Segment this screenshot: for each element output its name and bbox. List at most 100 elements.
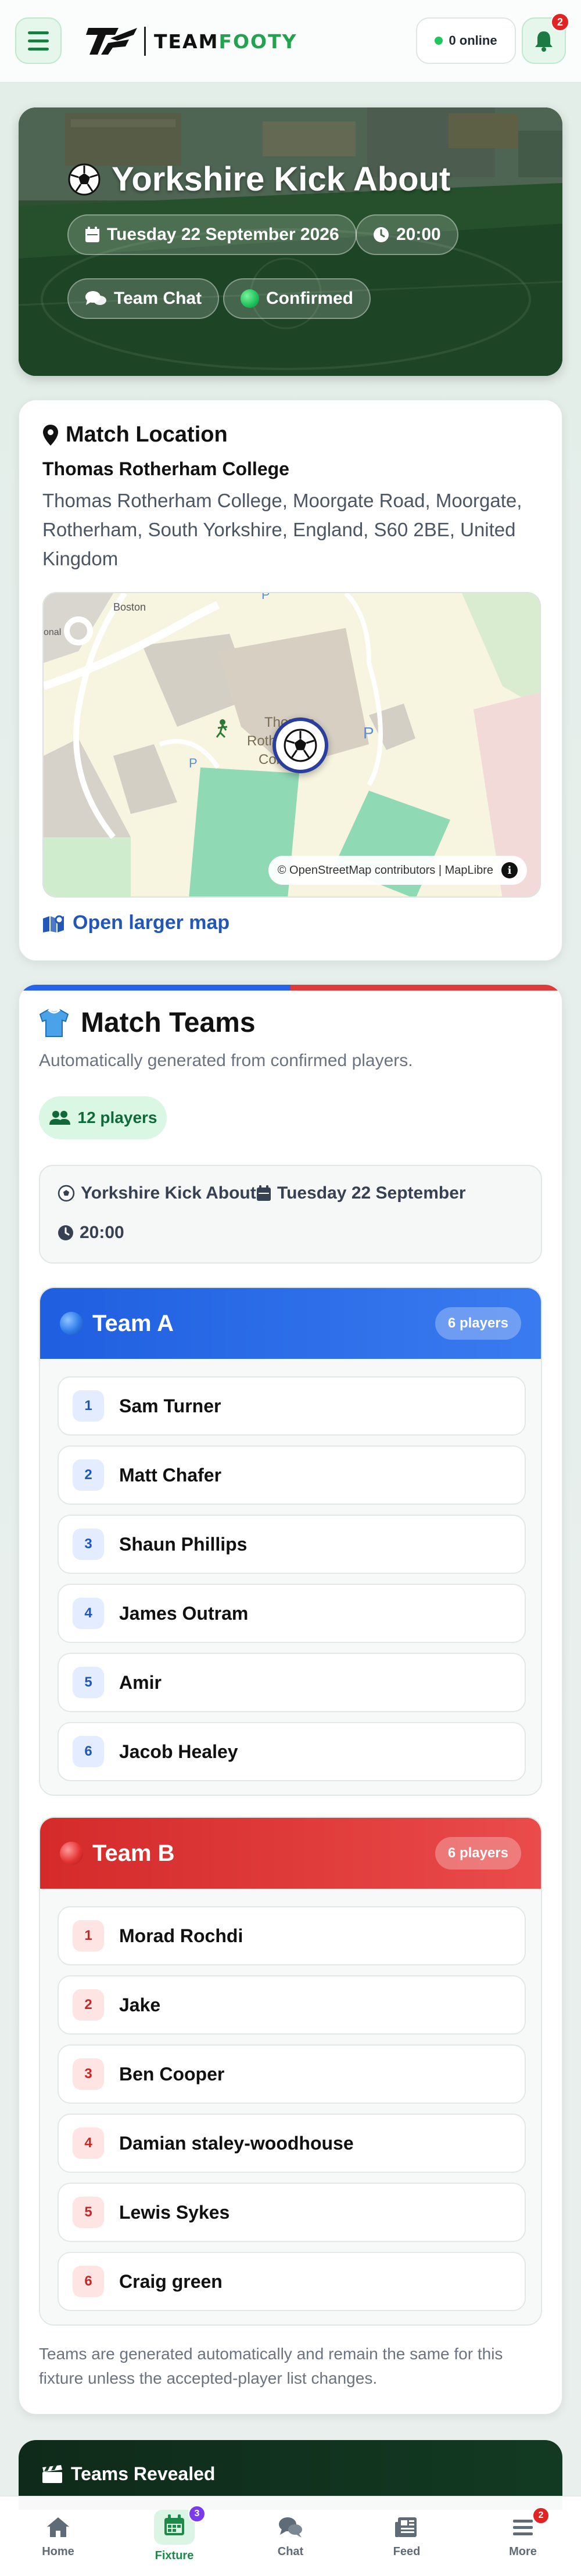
bell-icon xyxy=(535,31,553,52)
nav-more[interactable]: More 2 xyxy=(476,2507,569,2559)
player-name: Shaun Phillips xyxy=(119,1533,248,1555)
home-icon xyxy=(47,2517,69,2537)
player-row: 2 Matt Chafer xyxy=(58,1445,526,1505)
player-name: Matt Chafer xyxy=(119,1464,222,1486)
open-larger-map-link[interactable]: Open larger map xyxy=(42,912,229,934)
fixture-summary: Yorkshire Kick About Tuesday 22 Septembe… xyxy=(39,1165,542,1264)
shirt-icon xyxy=(39,1009,69,1037)
online-count: 0 online xyxy=(449,33,497,48)
clock-icon xyxy=(58,1225,73,1240)
team-a-name: Team A xyxy=(92,1310,174,1336)
player-row: 1 Sam Turner xyxy=(58,1376,526,1436)
team-a-header: Team A 6 players xyxy=(40,1288,541,1359)
more-badge: 2 xyxy=(532,2507,550,2524)
notifications-badge: 2 xyxy=(551,13,569,31)
player-row: 5 Amir xyxy=(58,1653,526,1712)
football-icon xyxy=(68,163,101,195)
info-icon[interactable]: i xyxy=(501,862,518,878)
map-parking-icon-3: P xyxy=(261,593,270,602)
fixture-time-chip: 20:00 xyxy=(356,214,458,255)
team-chat-button[interactable]: Team Chat xyxy=(67,278,220,319)
red-circle-icon xyxy=(60,1842,83,1865)
player-name: Lewis Sykes xyxy=(119,2201,230,2223)
map-attribution[interactable]: © OpenStreetMap contributors | MapLibre … xyxy=(268,856,527,885)
team-b-count: 6 players xyxy=(435,1837,521,1870)
chat-bubbles-icon xyxy=(85,291,106,305)
status-badge: Confirmed xyxy=(223,278,371,319)
team-a-count: 6 players xyxy=(435,1307,521,1340)
player-name: Amir xyxy=(119,1671,162,1693)
calendar-icon xyxy=(164,2514,184,2535)
brand-logo[interactable]: TEAMFOOTY xyxy=(85,26,297,57)
map-parking-icon-2: P xyxy=(189,756,198,770)
confirmed-dot-icon xyxy=(241,289,259,308)
venue-name: Thomas Rotherham College xyxy=(42,458,289,479)
venue-address: Thomas Rotherham College, Moorgate Road,… xyxy=(42,490,522,569)
location-map[interactable]: Boston onal Thomas Rotherham College P P… xyxy=(42,592,541,898)
calendar-icon xyxy=(257,1185,271,1201)
teams-color-bar xyxy=(19,985,562,991)
nav-fixture[interactable]: Fixture 3 xyxy=(128,2505,221,2563)
player-name: Jake xyxy=(119,1994,161,2015)
match-teams-card: Match Teams Automatically generated from… xyxy=(19,984,562,2414)
teams-footnote: Teams are generated automatically and re… xyxy=(39,2345,503,2387)
team-b-header: Team B 6 players xyxy=(40,1818,541,1889)
team-b-player-list: 1 Morad Rochdi 2 Jake 3 Ben Cooper 4 Damian … xyxy=(58,1906,526,2321)
team-a-player-list: 1 Sam Turner 2 Matt Chafer 3 Shaun Phillips… xyxy=(58,1376,526,1791)
player-row: 2 Jake xyxy=(58,1975,526,2035)
player-name: Sam Turner xyxy=(119,1395,221,1416)
fixture-summary-date: Tuesday 22 September xyxy=(256,1183,466,1203)
player-row: 6 Jacob Healey xyxy=(58,1722,526,1781)
player-name: Ben Cooper xyxy=(119,2063,225,2085)
online-dot-icon xyxy=(435,37,443,45)
map-parking-icon: P xyxy=(363,724,374,742)
player-name: Jacob Healey xyxy=(119,1741,238,1762)
teams-subtitle: Automatically generated from confirmed p… xyxy=(39,1051,413,1070)
player-name: Morad Rochdi xyxy=(119,1925,243,1946)
player-row: 6 Craig green xyxy=(58,2252,526,2311)
players-count-badge: 12 players xyxy=(39,1096,167,1139)
map-pin-icon xyxy=(43,424,58,446)
notifications-button[interactable]: 2 xyxy=(522,13,569,64)
teams-heading: Match Teams xyxy=(38,1007,256,1039)
player-name: Damian staley-woodhouse xyxy=(119,2132,354,2154)
match-location-card: Match Location Thomas Rotherham College … xyxy=(19,400,562,961)
clock-icon xyxy=(374,227,389,242)
map-marker[interactable] xyxy=(272,717,328,773)
menu-icon xyxy=(28,31,49,34)
player-name: Craig green xyxy=(119,2270,223,2292)
logo-divider xyxy=(144,27,146,56)
player-row: 4 Damian staley-woodhouse xyxy=(58,2114,526,2173)
teams-revealed-heading: Teams Revealed xyxy=(42,2463,215,2485)
blue-circle-icon xyxy=(60,1312,83,1335)
map-icon xyxy=(43,915,64,932)
nav-home[interactable]: Home xyxy=(12,2514,105,2559)
player-row: 4 James Outram xyxy=(58,1584,526,1643)
nav-feed[interactable]: Feed xyxy=(360,2514,453,2559)
menu-button[interactable] xyxy=(15,17,62,64)
player-row: 3 Shaun Phillips xyxy=(58,1515,526,1574)
fixture-title: Yorkshire Kick About xyxy=(67,160,450,199)
clapperboard-icon xyxy=(42,2464,62,2483)
online-status[interactable]: 0 online xyxy=(416,17,516,64)
nav-chat[interactable]: Chat xyxy=(244,2514,337,2559)
player-row: 3 Ben Cooper xyxy=(58,2044,526,2104)
team-b-name: Team B xyxy=(92,1840,175,1866)
tf-logo-icon xyxy=(86,28,137,55)
bottom-navigation: Home Fixture 3 Chat Feed More 2 xyxy=(0,2496,581,2576)
calendar-icon xyxy=(85,227,99,242)
fixture-badge: 3 xyxy=(188,2505,206,2523)
football-marker-icon xyxy=(284,729,317,762)
fixture-hero: Yorkshire Kick About Tuesday 22 Septembe… xyxy=(19,107,562,376)
player-row: 1 Morad Rochdi xyxy=(58,1906,526,1965)
newspaper-icon xyxy=(395,2517,417,2537)
player-name: James Outram xyxy=(119,1602,249,1624)
fixture-summary-name: Yorkshire Kick About xyxy=(58,1183,256,1203)
users-icon xyxy=(49,1111,70,1125)
fixture-title-text: Yorkshire Kick About xyxy=(112,160,451,198)
team-a-block: Team A 6 players 1 Sam Turner 2 Matt Chafe… xyxy=(39,1287,542,1796)
fixture-date-chip: Tuesday 22 September 2026 xyxy=(67,214,357,255)
top-bar: TEAMFOOTY 0 online 2 xyxy=(0,0,581,82)
brand-wordmark: TEAMFOOTY xyxy=(154,30,297,53)
location-heading: Match Location xyxy=(42,422,228,447)
